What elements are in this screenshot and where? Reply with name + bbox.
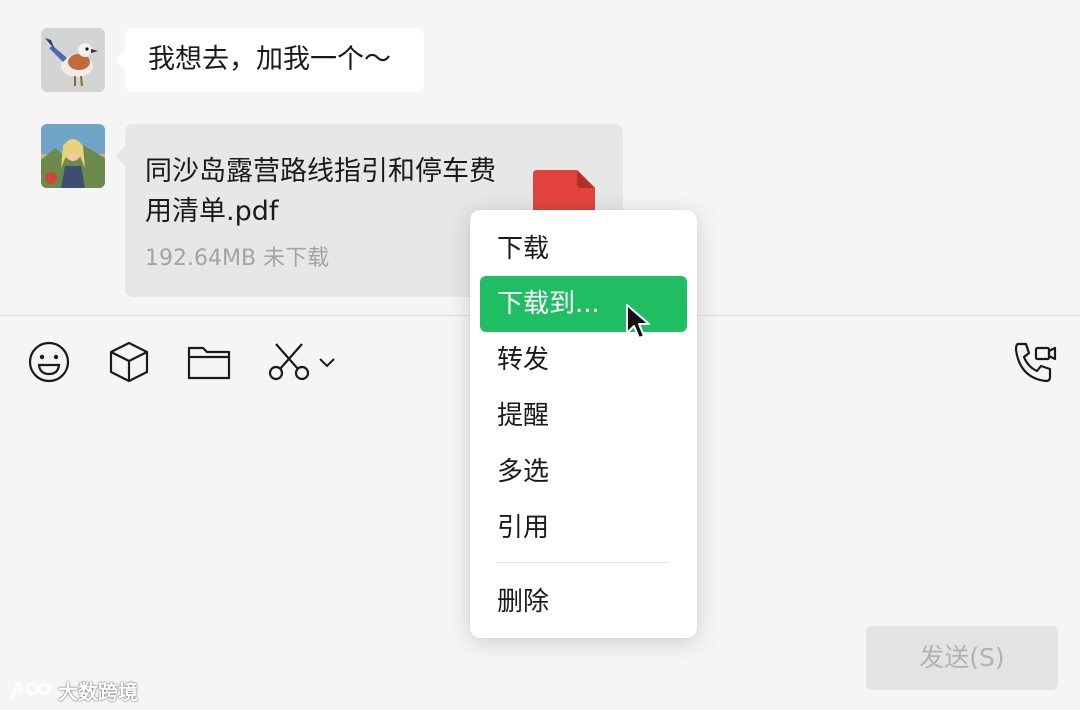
- folder-icon[interactable]: [186, 340, 232, 388]
- send-button[interactable]: 发送(S): [866, 626, 1058, 690]
- chat-window: 我想去，加我一个～ 同沙岛露营路线指引和停车费用清单.pdf 192.64MB …: [0, 0, 1080, 710]
- menu-item-download[interactable]: 下载: [480, 221, 687, 277]
- chevron-down-icon[interactable]: [318, 354, 336, 373]
- file-meta: 192.64MB 未下载: [145, 240, 329, 272]
- menu-item-forward[interactable]: 转发: [480, 332, 687, 388]
- scissors-icon[interactable]: [266, 340, 312, 388]
- avatar-bird[interactable]: [41, 28, 105, 92]
- file-size: 192.64MB: [145, 246, 257, 271]
- menu-item-quote[interactable]: 引用: [480, 500, 687, 556]
- file-name: 同沙岛露营路线指引和停车费用清单.pdf: [145, 156, 496, 227]
- watermark-logo-icon: [10, 681, 51, 699]
- voice-video-call-icon[interactable]: [1012, 340, 1058, 390]
- menu-divider: [496, 562, 669, 563]
- menu-item-multi-select[interactable]: 多选: [480, 444, 687, 500]
- menu-item-download-to[interactable]: 下载到...: [480, 276, 687, 332]
- watermark: 大数跨境: [10, 676, 138, 704]
- emoji-icon[interactable]: [27, 340, 71, 388]
- menu-item-delete[interactable]: 删除: [480, 574, 687, 630]
- message-bubble-text[interactable]: 我想去，加我一个～: [115, 28, 424, 92]
- file-status: 未下载: [263, 246, 330, 271]
- message-text: 我想去，加我一个～: [148, 44, 391, 75]
- context-menu: 下载 下载到... 转发 提醒 多选 引用 删除: [470, 210, 697, 638]
- mouse-cursor-icon: [625, 303, 651, 345]
- avatar-person[interactable]: [41, 124, 105, 188]
- sticker-cube-icon[interactable]: [107, 340, 151, 388]
- watermark-text: 大数跨境: [58, 679, 138, 704]
- menu-item-remind[interactable]: 提醒: [480, 388, 687, 444]
